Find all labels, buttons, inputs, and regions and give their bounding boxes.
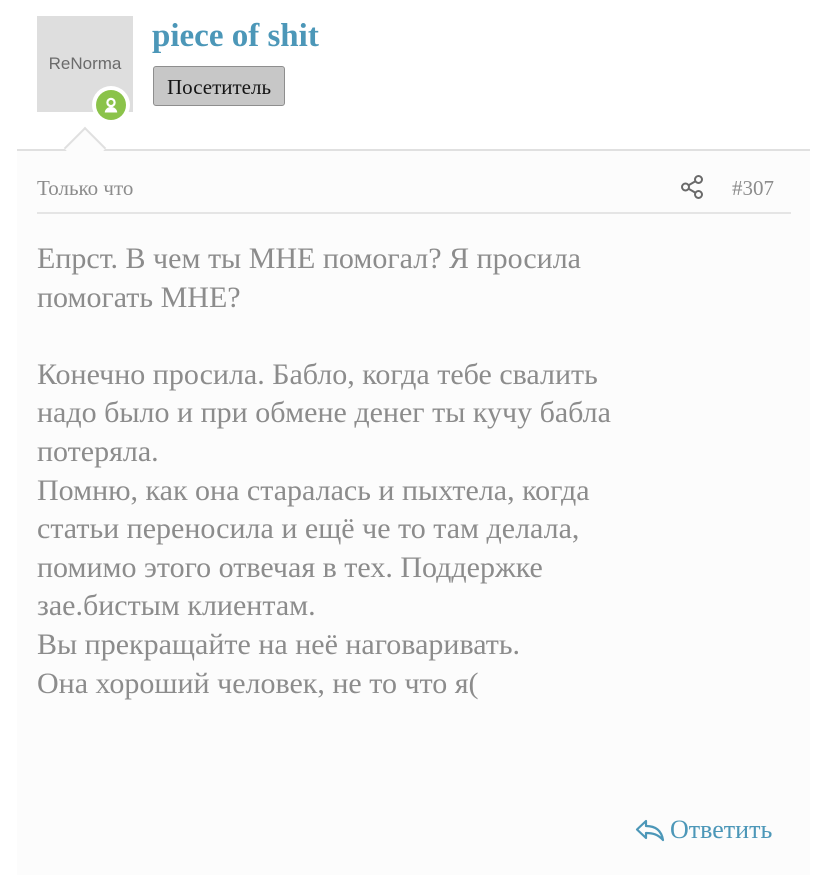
reply-label: Ответить [670,815,773,844]
online-status-badge [92,86,130,124]
post-number-link[interactable]: #307 [732,176,774,201]
reply-icon [635,819,665,842]
post-time[interactable]: Только что [37,176,133,201]
user-title-badge: Посетитель [153,66,286,106]
header-divider [17,149,810,151]
share-icon[interactable] [679,174,705,200]
meta-divider [37,212,791,214]
person-icon [96,90,126,120]
username-link[interactable]: piece of shit [152,18,319,55]
post-message: Епрст. В чем ты МНЕ помогал? Я просила п… [37,242,611,700]
reply-button[interactable]: Ответить [634,815,772,845]
avatar-text: ReNorma [48,54,122,73]
post-header: ReNorma piece of shit Посетитель [0,0,828,150]
